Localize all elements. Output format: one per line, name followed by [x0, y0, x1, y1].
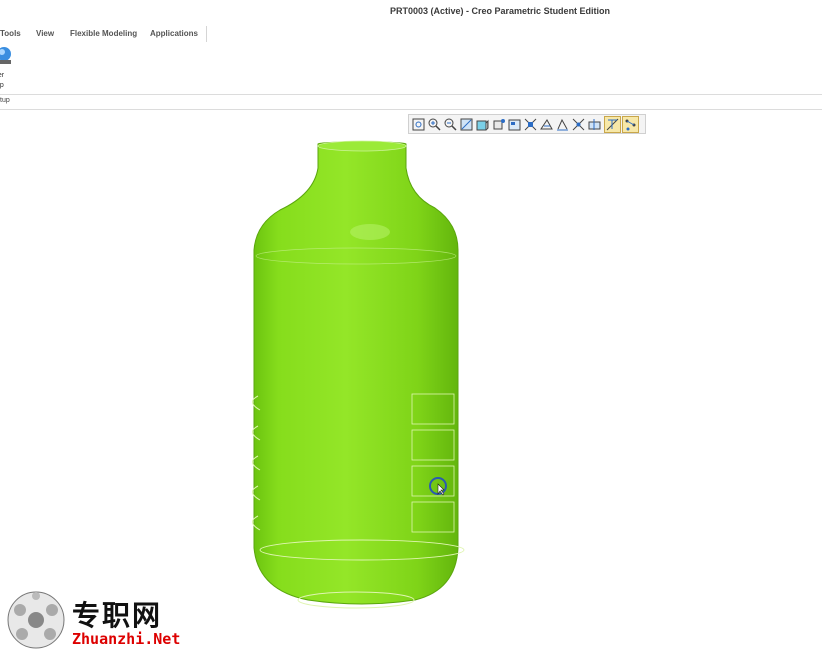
title-bar: PRT0003 (Active) - Creo Parametric Stude…: [0, 0, 822, 22]
window-title: PRT0003 (Active) - Creo Parametric Stude…: [390, 6, 611, 16]
ribbon: der tup: [0, 42, 822, 94]
tab-flexible-modeling[interactable]: Flexible Modeling: [70, 29, 137, 38]
ribbon-tabs: Tools View Flexible Modeling Application…: [0, 26, 207, 43]
datum-points-icon[interactable]: [622, 116, 639, 133]
graphics-toolbar: [408, 114, 646, 134]
datum-axes-icon[interactable]: [604, 116, 621, 133]
watermark-english-text: Zhuanzhi.Net: [72, 630, 181, 648]
zoom-out-icon[interactable]: [443, 117, 458, 132]
tab-tools[interactable]: Tools: [0, 29, 21, 38]
group-label-setup: tup: [0, 97, 10, 104]
zoom-in-icon[interactable]: [427, 117, 442, 132]
display-style-icon[interactable]: [475, 117, 490, 132]
render-button-label: der: [0, 72, 5, 79]
saved-orientations-icon[interactable]: [491, 117, 506, 132]
render-icon: [0, 47, 11, 64]
render-setup-button[interactable]: der tup: [0, 45, 14, 93]
bottle-model[interactable]: [240, 138, 480, 610]
datum-planes-icon[interactable]: [587, 117, 602, 132]
perspective-icon[interactable]: [523, 117, 538, 132]
soccer-ball-logo-icon: [7, 591, 65, 649]
tab-view[interactable]: View: [36, 29, 54, 38]
ribbon-group-bar: tup: [0, 94, 822, 110]
spin-center-icon[interactable]: [571, 117, 586, 132]
annotation-display-icon[interactable]: [555, 117, 570, 132]
refit-icon[interactable]: [411, 117, 426, 132]
watermark-chinese-text: 专职网: [72, 599, 163, 632]
datum-display-icon[interactable]: [539, 117, 554, 132]
render-button-label-2: tup: [0, 82, 4, 89]
view-manager-icon[interactable]: [507, 117, 522, 132]
watermark: 专职网 Zhuanzhi.Net: [6, 590, 186, 652]
repaint-icon[interactable]: [459, 117, 474, 132]
tab-applications[interactable]: Applications: [150, 29, 198, 38]
